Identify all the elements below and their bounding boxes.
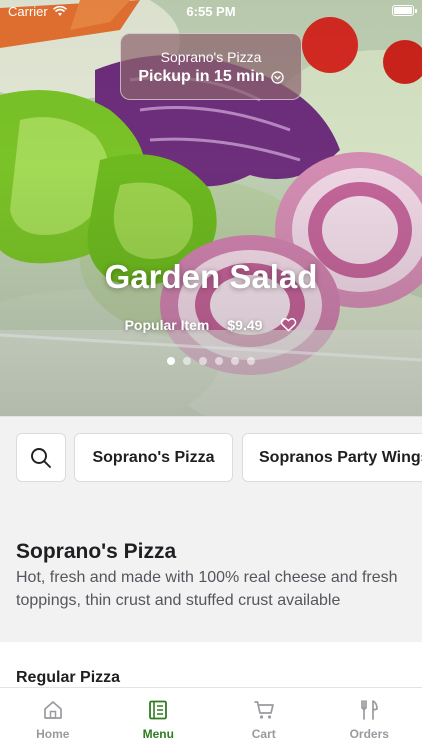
heart-icon[interactable]	[280, 316, 297, 333]
carousel-dot[interactable]	[183, 357, 191, 365]
tab-label: Orders	[349, 727, 389, 741]
pickup-selector[interactable]: Soprano's Pizza Pickup in 15 min	[120, 33, 302, 100]
pickup-time: Pickup in 15 min	[138, 68, 265, 85]
search-button[interactable]	[16, 433, 66, 482]
category-chip[interactable]: Soprano's Pizza	[74, 433, 233, 482]
carousel-dot[interactable]	[247, 357, 255, 365]
search-icon	[31, 447, 51, 468]
status-time: 6:55 PM	[186, 4, 236, 19]
section-description: Hot, fresh and made with 100% real chees…	[16, 569, 398, 609]
carousel-dot[interactable]	[199, 357, 207, 365]
carousel-dot[interactable]	[215, 357, 223, 365]
hero-meta: Popular Item $9.49	[0, 316, 422, 333]
tab-bar: Home Menu Cart Orders	[0, 687, 422, 750]
category-chip[interactable]: Sopranos Party Wings	[242, 433, 422, 482]
carousel-dots[interactable]	[0, 357, 422, 365]
tab-label: Cart	[251, 727, 276, 741]
menu-icon	[149, 700, 168, 720]
hero-price: $9.49	[227, 316, 263, 333]
cart-icon	[254, 701, 274, 719]
restaurant-name: Soprano's Pizza	[160, 49, 262, 65]
menu-section: Soprano's Pizza Hot, fresh and made with…	[0, 504, 422, 642]
hero-banner[interactable]: Carrier 6:55 PM Soprano's Pizza Pickup i…	[0, 0, 422, 416]
tab-home[interactable]: Home	[0, 688, 106, 750]
tab-cart[interactable]: Cart	[211, 688, 317, 750]
subsection: Regular Pizza	[0, 642, 422, 692]
chevron-down-icon	[270, 70, 284, 84]
tab-menu[interactable]: Menu	[106, 688, 212, 750]
app-screen: Carrier 6:55 PM Soprano's Pizza Pickup i…	[0, 0, 422, 750]
popular-badge: Popular Item	[124, 316, 210, 333]
tab-orders[interactable]: Orders	[317, 688, 422, 750]
status-bar: Carrier 6:55 PM	[0, 0, 422, 22]
hero-title: Garden Salad	[104, 258, 318, 295]
carousel-dot[interactable]	[167, 357, 175, 365]
tab-label: Home	[36, 727, 70, 741]
subsection-title: Regular Pizza	[16, 669, 121, 686]
battery-icon	[392, 5, 417, 16]
carousel-dot[interactable]	[231, 357, 239, 365]
orders-icon	[361, 700, 379, 720]
section-title: Soprano's Pizza	[16, 540, 177, 563]
tab-label: Menu	[142, 727, 174, 741]
home-icon	[43, 701, 62, 719]
